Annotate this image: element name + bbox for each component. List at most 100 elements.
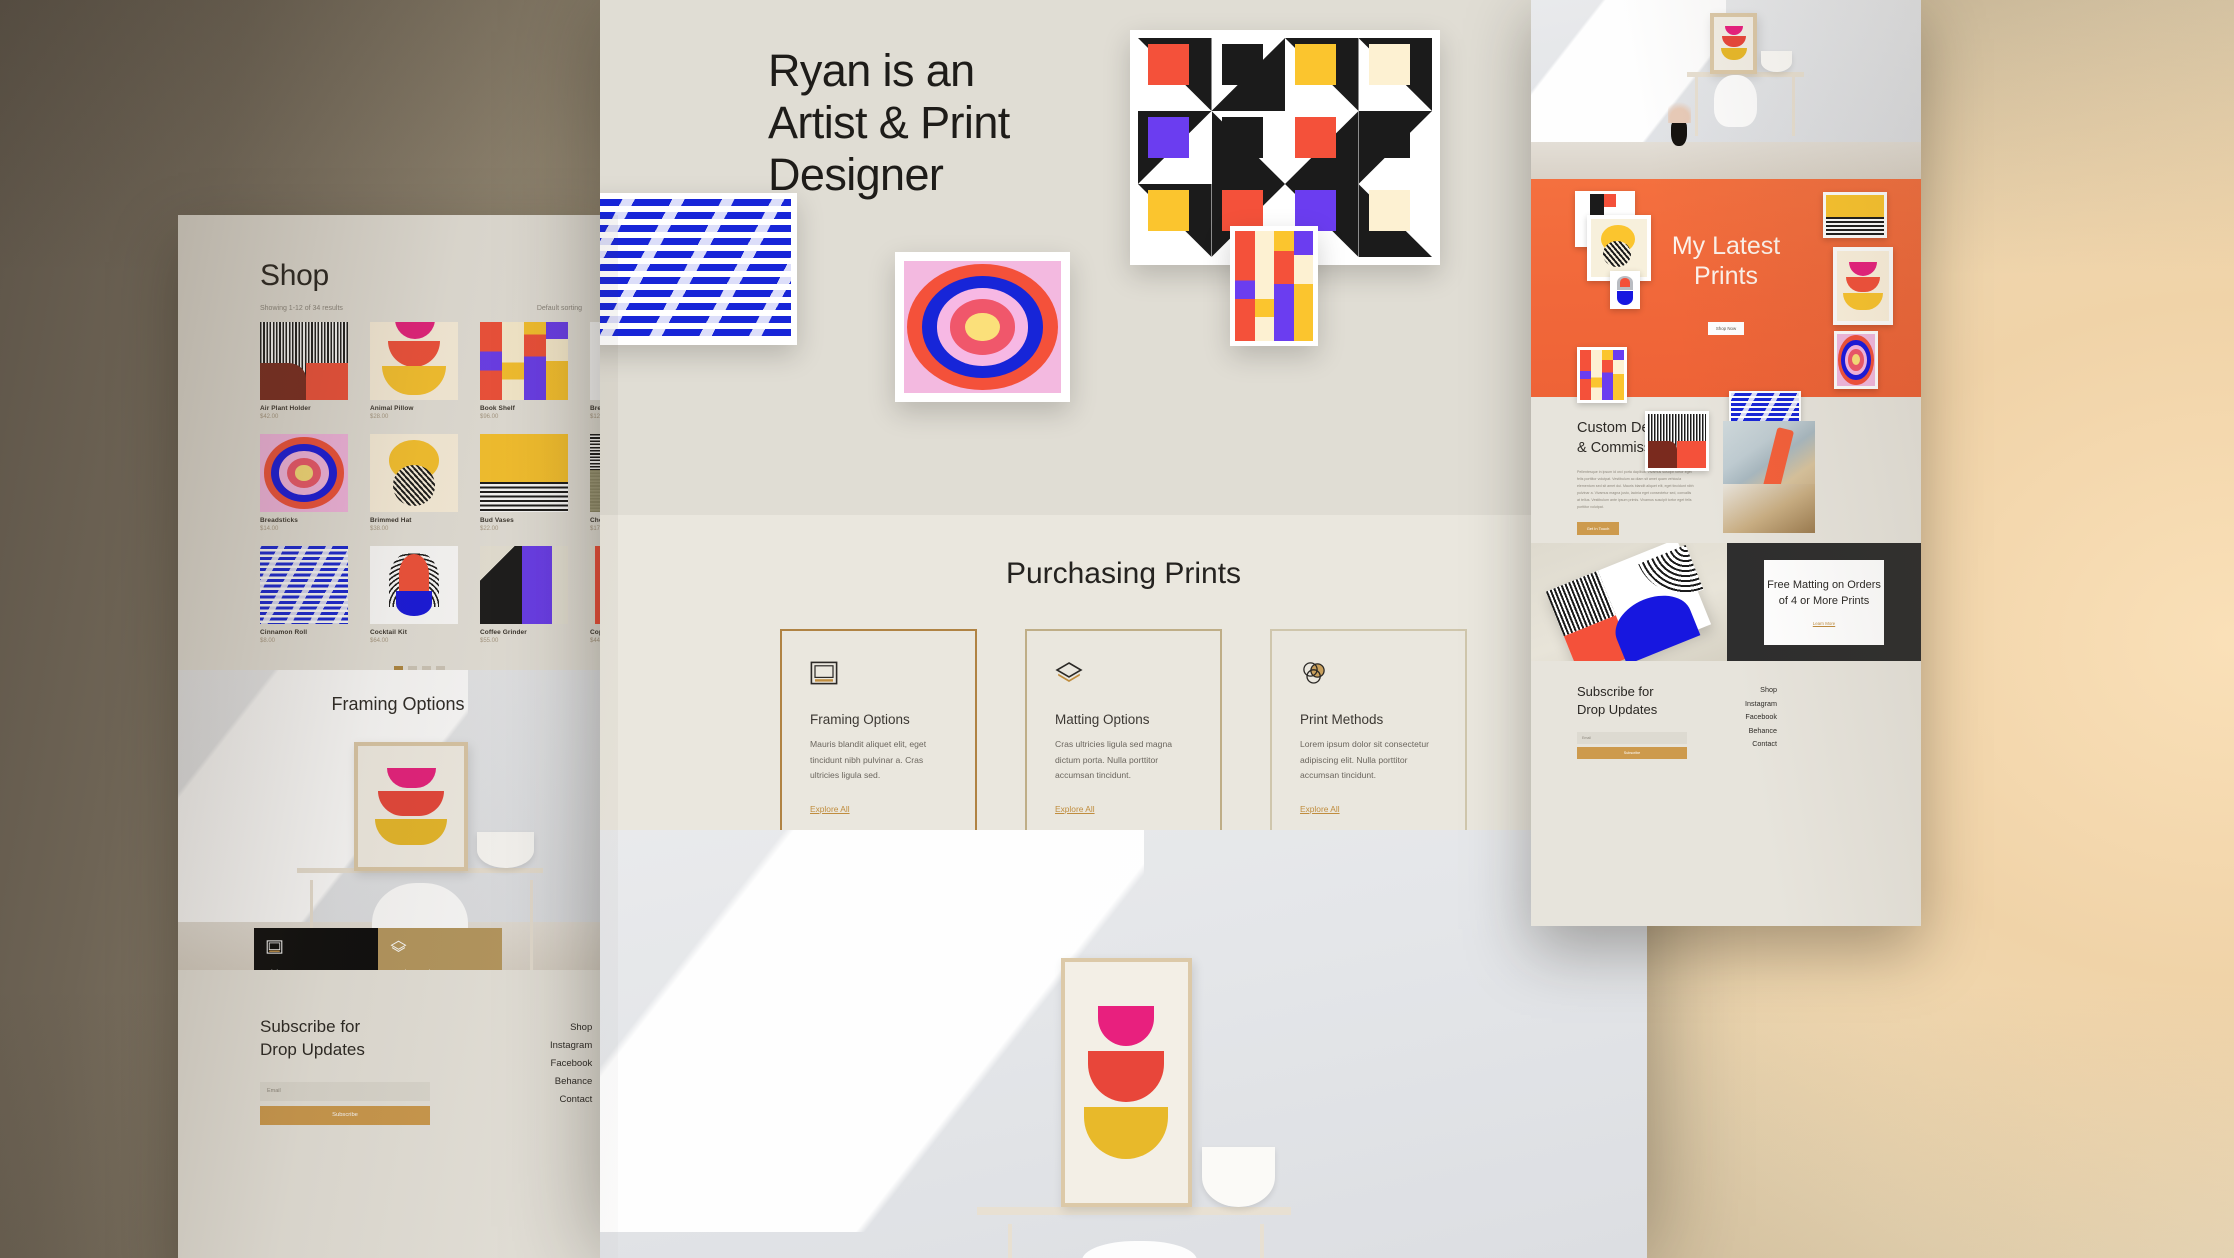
mini-print-red-stripe-circle[interactable] <box>1645 411 1709 471</box>
product-card[interactable]: Book Shelf $96.00 <box>480 322 568 420</box>
product-thumbnail[interactable] <box>370 322 458 400</box>
shop-sort-select[interactable]: Default sorting <box>537 305 582 312</box>
framing-options-section: Framing Options Pick a Frame Mauris blan… <box>178 670 618 970</box>
card-matting-options[interactable]: Matting Options Cras ultricies ligula se… <box>1025 629 1222 857</box>
product-card[interactable]: Air Plant Holder $42.00 <box>260 322 348 420</box>
product-name: Cinnamon Roll <box>260 629 308 636</box>
footer-link[interactable]: Facebook <box>1745 712 1777 721</box>
get-in-touch-button[interactable]: Get In Touch <box>1577 522 1619 536</box>
footer-link[interactable]: Instagram <box>1745 699 1777 708</box>
tilted-print <box>1546 543 1712 661</box>
blue-stripe-wave-print[interactable] <box>600 193 797 345</box>
card-explore-link[interactable]: Explore All <box>1055 804 1095 814</box>
subscribe-heading-line1: Subscribe for <box>260 1017 361 1036</box>
center-preview-panel: Ryan is an Artist & Print Designer Shop … <box>600 0 1647 1258</box>
footer-link[interactable]: Contact <box>1745 739 1777 748</box>
subscribe-section: Subscribe for Drop Updates Email Subscri… <box>178 970 618 1160</box>
right-subscribe-line2: Drop Updates <box>1577 701 1658 717</box>
card-print-methods[interactable]: Print Methods Lorem ipsum dolor sit cons… <box>1270 629 1467 857</box>
layers-icon <box>1055 662 1083 682</box>
product-card[interactable]: Bud Vases $22.00 <box>480 434 568 532</box>
product-name: Book Shelf <box>480 405 515 412</box>
quilt-cell <box>1358 184 1432 257</box>
framed-print <box>1710 12 1758 74</box>
product-thumbnail[interactable] <box>260 434 348 512</box>
bullseye-print[interactable] <box>895 252 1070 402</box>
hero-heading-line3: Designer <box>768 149 944 201</box>
footer-link[interactable]: Shop <box>1745 685 1777 694</box>
product-card[interactable]: Coffee Grinder $55.00 <box>480 546 568 644</box>
table-surface <box>1723 483 1815 533</box>
hero-heading: Ryan is an Artist & Print Designer <box>768 45 1010 202</box>
mini-print-half-moons[interactable] <box>1833 247 1893 325</box>
footer-link[interactable]: Contact <box>550 1094 593 1105</box>
quilt-square <box>1368 116 1410 158</box>
mini-print-yellow-waves[interactable] <box>1823 192 1887 238</box>
subscribe-button[interactable]: Subscribe <box>260 1105 430 1125</box>
email-input[interactable]: Email <box>1577 731 1687 744</box>
right-subscribe-section: Subscribe for Drop Updates Email Subscri… <box>1531 661 1921 761</box>
subscribe-button[interactable]: Subscribe <box>1577 746 1687 759</box>
card-body: Mauris blandit aliquet elit, eget tincid… <box>810 739 927 781</box>
product-card[interactable]: Breadsticks $14.00 <box>260 434 348 532</box>
footer-links: Shop Instagram Facebook Behance Contact <box>550 1022 592 1160</box>
product-thumbnail[interactable] <box>480 434 568 512</box>
color-bars-print[interactable] <box>1230 226 1318 346</box>
quilt-square <box>1368 189 1410 231</box>
quilt-square <box>1295 189 1337 231</box>
product-price: $42.00 <box>260 414 279 420</box>
shape-red <box>378 790 445 817</box>
layers-icon <box>390 940 407 952</box>
mini-print-bullseye[interactable] <box>1834 331 1878 389</box>
product-thumbnail[interactable] <box>370 434 458 512</box>
table-leg <box>530 880 533 970</box>
framing-card-matting-options[interactable]: Matting Options Cras ultricies ligula se… <box>378 928 502 970</box>
product-thumbnail[interactable] <box>260 322 348 400</box>
product-price: $96.00 <box>480 414 499 420</box>
shape-red <box>1088 1051 1165 1102</box>
product-thumbnail[interactable] <box>260 546 348 624</box>
footer-link[interactable]: Facebook <box>550 1058 593 1069</box>
product-card[interactable]: Brimmed Hat $38.00 <box>370 434 458 532</box>
product-thumbnail[interactable] <box>480 322 568 400</box>
bars-pattern <box>1235 231 1313 341</box>
product-card[interactable]: Cocktail Kit $64.00 <box>370 546 458 644</box>
right-preview-panel: My Latest Prints Shop Now Custom Designs… <box>1531 0 1921 926</box>
footer-link[interactable]: Shop <box>550 1022 592 1033</box>
quilt-cell <box>1138 184 1212 257</box>
shop-results-bar: Showing 1-12 of 34 results Default sorti… <box>260 305 618 312</box>
shape-yellow <box>1720 48 1747 60</box>
footer-link[interactable]: Instagram <box>550 1040 592 1051</box>
shop-results-count: Showing 1-12 of 34 results <box>260 305 343 312</box>
card-explore-link[interactable]: Explore All <box>1300 804 1340 814</box>
product-card[interactable]: Cinnamon Roll $8.00 <box>260 546 348 644</box>
hero-section: Ryan is an Artist & Print Designer Shop … <box>600 0 1647 515</box>
card-body: Cras ultricies ligula sed magna dictum p… <box>1055 739 1173 781</box>
promo-learn-more-link[interactable]: Learn More <box>1813 621 1835 626</box>
card-framing-options[interactable]: Framing Options Mauris blandit aliquet e… <box>780 629 977 857</box>
product-thumbnail[interactable] <box>480 546 568 624</box>
shop-now-button[interactable]: Shop Now <box>1708 322 1744 335</box>
card-explore-link[interactable]: Explore All <box>810 804 850 814</box>
mini-print-blue-arch[interactable] <box>1610 271 1640 309</box>
quilt-square <box>1368 43 1410 85</box>
bar <box>1254 231 1274 341</box>
quilt-square <box>1221 43 1263 85</box>
footer-link[interactable]: Behance <box>1745 726 1777 735</box>
purchasing-prints-section: Purchasing Prints Framing Options Mauris… <box>600 515 1647 857</box>
email-input[interactable]: Email <box>260 1081 430 1101</box>
ceramic-bowl <box>1202 1146 1276 1207</box>
product-card[interactable]: Animal Pillow $28.00 <box>370 322 458 420</box>
product-thumbnail[interactable] <box>370 546 458 624</box>
framing-card-pick-a-frame[interactable]: Pick a Frame Mauris blandit aliquet elit… <box>254 928 378 970</box>
mini-print-color-bars[interactable] <box>1577 347 1627 403</box>
product-name: Breadsticks <box>260 517 298 524</box>
hero-heading-line1: Ryan is an <box>768 45 975 96</box>
stripe-wave-overlay <box>600 199 791 339</box>
product-price: $55.00 <box>480 638 499 644</box>
promo-card[interactable]: Free Matting on Orders of 4 or More Prin… <box>1764 559 1884 645</box>
ceramic-bowl <box>477 832 535 868</box>
footer-link[interactable]: Behance <box>550 1076 593 1087</box>
table-leg <box>1792 77 1796 137</box>
shape-pink <box>1097 1005 1155 1047</box>
